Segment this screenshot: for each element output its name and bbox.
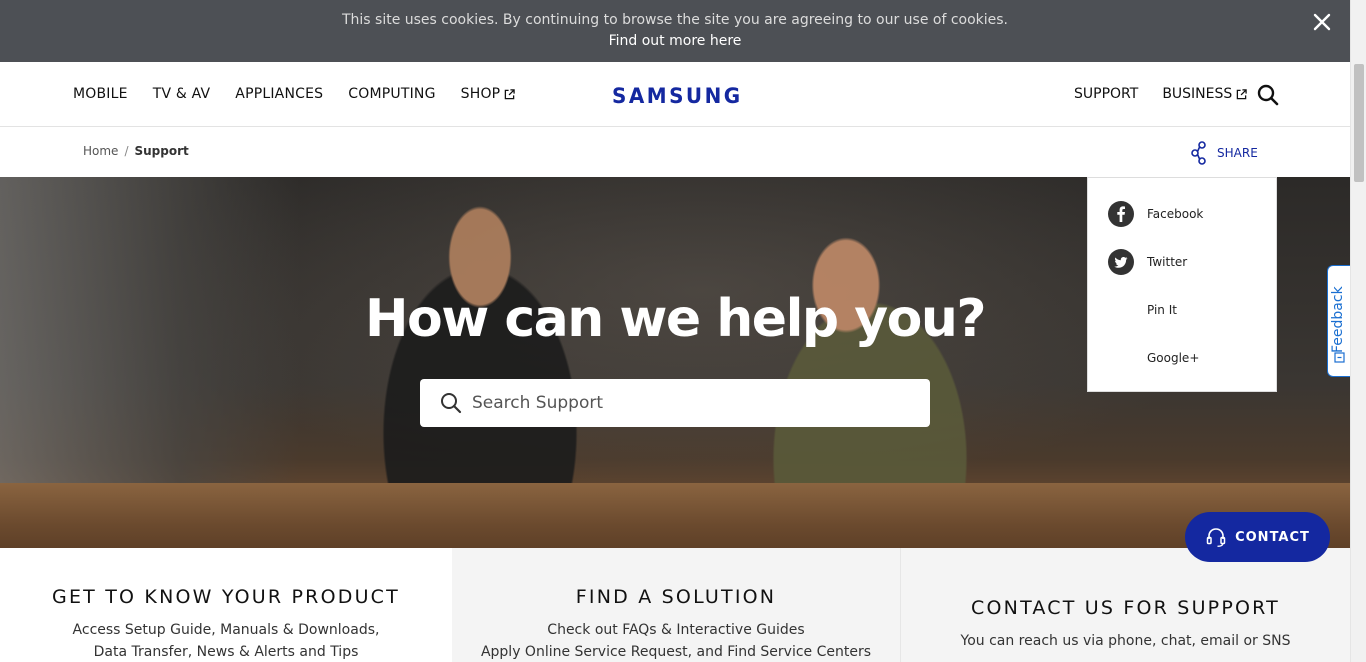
- panel-description: Apply Online Service Request, and Find S…: [480, 644, 872, 660]
- hero-person-right: [720, 217, 1020, 527]
- share-button[interactable]: SHARE: [1191, 141, 1258, 165]
- panel-description: Access Setup Guide, Manuals & Downloads,: [72, 622, 380, 638]
- external-link-icon: [505, 88, 516, 99]
- secondary-nav: SUPPORT BUSINESS: [1074, 86, 1271, 102]
- external-link-icon: [1237, 88, 1248, 99]
- nav-label: BUSINESS: [1162, 86, 1233, 102]
- nav-label: APPLIANCES: [235, 86, 324, 102]
- nav-label: SHOP: [460, 86, 501, 102]
- support-search-input[interactable]: [472, 393, 892, 413]
- feedback-icon: [1334, 352, 1345, 363]
- nav-label: SUPPORT: [1074, 86, 1139, 102]
- share-google-plus[interactable]: Google+: [1108, 345, 1199, 371]
- twitter-icon: [1108, 249, 1134, 275]
- panel-title: GET TO KNOW YOUR PRODUCT: [52, 586, 400, 608]
- feedback-tab[interactable]: Feedback: [1327, 265, 1351, 377]
- share-menu: Facebook Twitter Pin It Google+: [1087, 177, 1277, 392]
- breadcrumb-home[interactable]: Home: [83, 144, 118, 158]
- scrollbar-thumb[interactable]: [1354, 64, 1364, 182]
- pinterest-icon: [1108, 297, 1134, 323]
- feedback-label: Feedback: [1330, 286, 1346, 354]
- share-item-label: Twitter: [1147, 255, 1188, 269]
- share-facebook[interactable]: Facebook: [1108, 201, 1203, 227]
- cookie-message: This site uses cookies. By continuing to…: [341, 12, 1009, 28]
- share-icon: [1191, 141, 1206, 165]
- panel-find-solution[interactable]: FIND A SOLUTION Check out FAQs & Interac…: [452, 548, 901, 662]
- nav-support[interactable]: SUPPORT: [1074, 86, 1138, 102]
- nav-label: COMPUTING: [348, 86, 436, 102]
- panel-title: CONTACT US FOR SUPPORT: [971, 597, 1280, 619]
- share-item-label: Google+: [1147, 351, 1200, 365]
- share-label: SHARE: [1217, 146, 1258, 160]
- nav-label: TV & AV: [152, 86, 211, 102]
- nav-tv-av[interactable]: TV & AV: [153, 86, 211, 102]
- page-scrollbar[interactable]: [1350, 0, 1366, 662]
- panel-title: FIND A SOLUTION: [575, 586, 777, 608]
- hero-table: [0, 483, 1350, 553]
- close-icon[interactable]: [1312, 12, 1332, 32]
- nav-business[interactable]: BUSINESS: [1162, 86, 1248, 102]
- main-nav: MOBILE TV & AV APPLIANCES COMPUTING SHOP: [73, 86, 540, 102]
- support-panels: GET TO KNOW YOUR PRODUCT Access Setup Gu…: [0, 548, 1350, 662]
- nav-appliances[interactable]: APPLIANCES: [235, 86, 323, 102]
- cookie-more-link[interactable]: Find out more here: [0, 33, 1350, 49]
- samsung-logo[interactable]: SAMSUNG: [612, 84, 743, 108]
- facebook-icon: [1108, 201, 1134, 227]
- contact-button[interactable]: CONTACT: [1185, 512, 1330, 562]
- contact-label: CONTACT: [1235, 529, 1310, 545]
- headset-icon: [1206, 528, 1226, 547]
- breadcrumb-row: Home / Support SHARE: [0, 127, 1350, 177]
- share-item-label: Facebook: [1147, 207, 1204, 221]
- google-plus-icon: [1108, 345, 1134, 371]
- panel-description: Data Transfer, News & Alerts and Tips: [93, 644, 359, 660]
- breadcrumb-current: Support: [134, 144, 189, 158]
- panel-description: Check out FAQs & Interactive Guides: [547, 622, 805, 638]
- nav-mobile[interactable]: MOBILE: [73, 86, 128, 102]
- search-icon[interactable]: [1257, 84, 1279, 106]
- share-twitter[interactable]: Twitter: [1108, 249, 1187, 275]
- nav-computing[interactable]: COMPUTING: [348, 86, 435, 102]
- site-header: MOBILE TV & AV APPLIANCES COMPUTING SHOP…: [0, 62, 1350, 127]
- support-search-box[interactable]: [420, 379, 930, 427]
- breadcrumb-separator: /: [124, 144, 129, 158]
- nav-shop[interactable]: SHOP: [461, 86, 516, 102]
- breadcrumb: Home / Support: [83, 144, 189, 158]
- search-icon: [441, 393, 462, 414]
- panel-know-product[interactable]: GET TO KNOW YOUR PRODUCT Access Setup Gu…: [0, 548, 452, 662]
- panel-description: You can reach us via phone, chat, email …: [960, 633, 1291, 649]
- panel-contact-us[interactable]: CONTACT US FOR SUPPORT You can reach us …: [901, 548, 1350, 662]
- share-item-label: Pin It: [1147, 303, 1177, 317]
- nav-label: MOBILE: [73, 86, 128, 102]
- share-pinterest[interactable]: Pin It: [1108, 297, 1177, 323]
- cookie-banner: This site uses cookies. By continuing to…: [0, 0, 1350, 62]
